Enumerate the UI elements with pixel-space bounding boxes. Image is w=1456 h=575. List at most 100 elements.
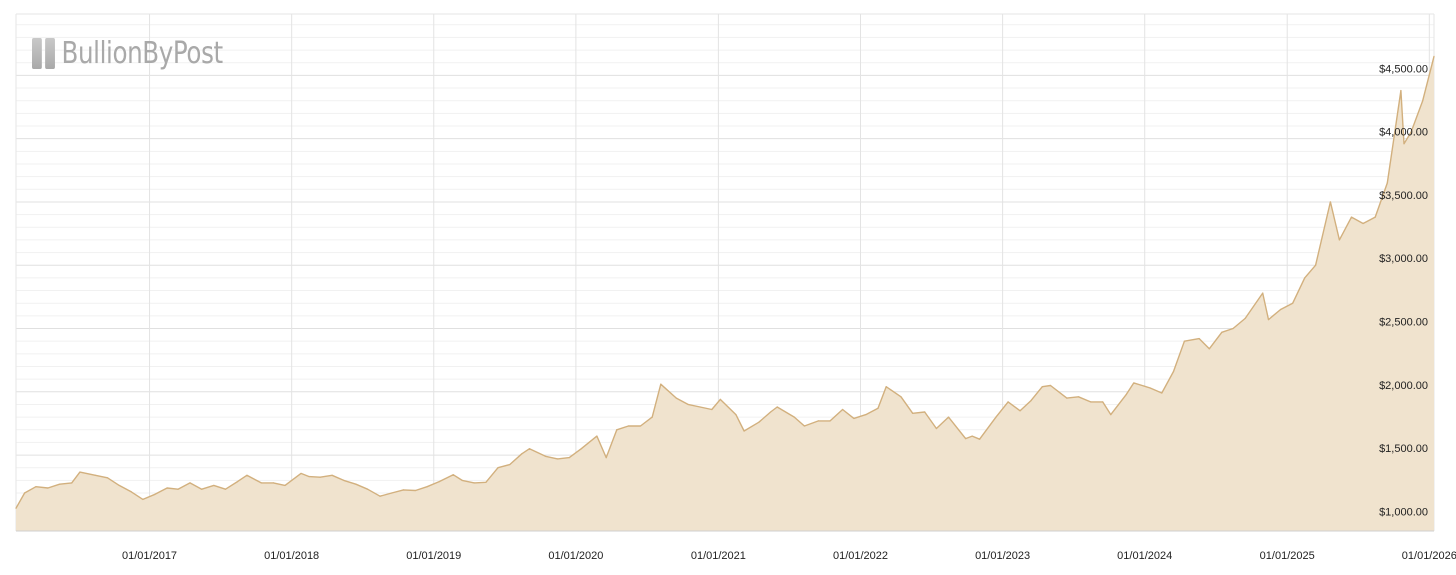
data-point xyxy=(1374,216,1376,218)
data-point xyxy=(743,430,745,432)
data-point xyxy=(1019,410,1021,412)
data-point xyxy=(1279,308,1282,311)
x-tick-label: 01/01/2018 xyxy=(264,550,319,562)
data-point xyxy=(366,488,369,490)
data-point xyxy=(473,482,475,484)
data-point xyxy=(651,416,653,418)
data-point xyxy=(1133,382,1135,384)
data-point xyxy=(711,408,713,411)
data-point xyxy=(35,486,37,488)
y-tick-label: $1,000.00 xyxy=(1379,506,1428,518)
data-point xyxy=(616,429,618,431)
data-point xyxy=(1030,400,1032,402)
data-point xyxy=(1077,396,1080,398)
y-tick-label: $2,500.00 xyxy=(1379,317,1428,329)
data-point xyxy=(1433,55,1435,57)
data-point xyxy=(343,479,345,481)
data-point xyxy=(236,481,239,483)
data-point xyxy=(596,435,598,437)
data-point xyxy=(355,483,357,485)
data-point xyxy=(1267,319,1270,321)
data-point xyxy=(995,416,997,418)
x-tick-label: 01/01/2017 xyxy=(122,550,177,562)
x-tick-label: 01/01/2019 xyxy=(406,550,461,562)
data-point xyxy=(1403,143,1405,145)
data-point xyxy=(1102,401,1104,403)
data-point xyxy=(1350,216,1353,218)
data-point xyxy=(924,411,926,413)
data-point xyxy=(1007,401,1009,403)
data-point xyxy=(246,474,248,476)
data-point xyxy=(118,484,120,487)
data-point xyxy=(23,492,26,494)
data-point xyxy=(154,493,156,495)
data-point xyxy=(935,427,938,430)
data-point xyxy=(47,487,49,489)
data-point xyxy=(912,412,914,414)
data-point xyxy=(213,484,215,487)
data-point xyxy=(79,471,81,473)
chart-plot-svg: $1,000.00 $1,500.00 $2,000.00 $2,500.00 $3,0… xyxy=(15,13,1456,562)
data-point xyxy=(452,474,454,476)
bullionbypost-logo: BullionByPost xyxy=(32,36,223,71)
x-tick-label: 01/01/2020 xyxy=(548,550,603,562)
gold-price-chart: $1,000.00 $1,500.00 $2,000.00 $2,500.00 $3,0… xyxy=(0,0,1456,575)
data-point xyxy=(1208,348,1210,350)
data-point xyxy=(1041,386,1043,388)
data-point xyxy=(189,482,191,484)
data-point xyxy=(877,407,879,409)
y-tick-label: $2,000.00 xyxy=(1379,380,1428,392)
data-point xyxy=(130,491,132,493)
data-point xyxy=(1172,370,1175,373)
data-point xyxy=(485,481,487,483)
data-point xyxy=(300,472,302,475)
data-point xyxy=(1110,413,1112,416)
x-tick-label: 01/01/2024 xyxy=(1117,550,1172,562)
data-point xyxy=(556,458,559,460)
data-point xyxy=(177,488,179,490)
data-point xyxy=(94,474,97,476)
data-point xyxy=(660,383,662,385)
data-point xyxy=(319,476,321,478)
data-point xyxy=(568,456,570,459)
x-tick-label: 01/01/2022 xyxy=(833,550,888,562)
data-point xyxy=(521,453,523,455)
y-tick-label: $3,500.00 xyxy=(1379,190,1428,202)
x-tick-label: 01/01/2023 xyxy=(975,550,1030,562)
data-point xyxy=(426,486,428,488)
data-point xyxy=(853,417,855,419)
data-point xyxy=(675,397,677,399)
data-point xyxy=(379,495,381,497)
data-point xyxy=(308,475,310,478)
data-point xyxy=(605,456,607,459)
data-point xyxy=(1386,182,1388,184)
data-point xyxy=(106,477,109,479)
data-point xyxy=(59,483,61,485)
data-point xyxy=(639,425,642,427)
data-point xyxy=(142,498,144,500)
data-point xyxy=(528,448,531,450)
data-point xyxy=(803,425,806,427)
data-point xyxy=(391,492,393,494)
y-tick-label: $3,000.00 xyxy=(1379,253,1428,265)
data-point xyxy=(260,482,262,484)
data-point xyxy=(580,448,582,450)
data-point xyxy=(1089,401,1092,403)
data-point xyxy=(1315,264,1317,266)
data-point xyxy=(885,386,887,388)
data-point xyxy=(1304,277,1306,279)
data-point xyxy=(971,435,973,437)
data-point xyxy=(865,413,867,416)
data-point xyxy=(1329,201,1332,203)
data-point xyxy=(735,413,737,416)
y-tick-label: $1,500.00 xyxy=(1379,443,1428,455)
data-point xyxy=(1422,100,1424,102)
y-tick-label: $4,000.00 xyxy=(1379,127,1428,139)
data-point xyxy=(1198,338,1200,340)
data-point xyxy=(166,487,168,489)
data-point xyxy=(699,406,701,408)
data-point xyxy=(1244,317,1246,319)
data-point xyxy=(71,482,73,484)
data-point xyxy=(947,416,950,418)
data-point xyxy=(841,408,844,411)
